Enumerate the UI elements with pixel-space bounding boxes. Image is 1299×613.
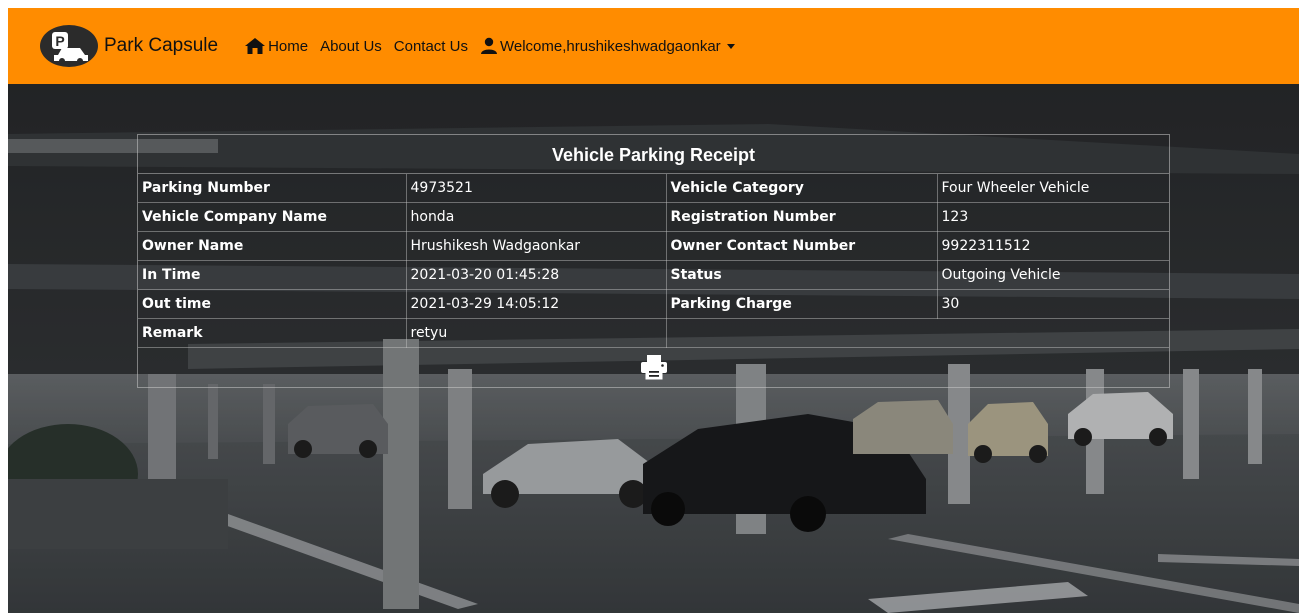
brand-name[interactable]: Park Capsule [104,35,218,57]
table-row: Remark retyu [138,318,1169,348]
print-icon[interactable] [640,354,668,380]
label-owner-contact: Owner Contact Number [666,231,938,261]
nav-about[interactable]: About Us [320,38,382,55]
parking-receipt: Vehicle Parking Receipt Parking Number 4… [137,134,1170,388]
user-dropdown[interactable]: Welcome,hrushikeshwadgaonkar [480,37,735,55]
value-owner-name: Hrushikesh Wadgaonkar [406,231,667,261]
value-parking-charge: 30 [937,289,1169,319]
logo-letter: P [55,33,64,49]
user-welcome-label: Welcome,hrushikeshwadgaonkar [499,37,721,55]
label-parking-number: Parking Number [138,174,407,203]
brand[interactable]: P Park Capsule [40,25,218,67]
value-vehicle-company: honda [406,202,667,232]
receipt-title: Vehicle Parking Receipt [138,135,1169,174]
value-in-time: 2021-03-20 01:45:28 [406,260,667,290]
nav-links: Home About Us Contact Us Welcome,hrushik… [244,37,747,55]
value-registration-number: 123 [937,202,1169,232]
table-row: Parking Number 4973521 Vehicle Category … [138,174,1169,203]
home-icon [244,37,266,55]
empty-cell [937,318,1169,348]
user-icon [480,37,498,55]
print-row [138,348,1169,386]
label-vehicle-category: Vehicle Category [666,174,938,203]
value-out-time: 2021-03-29 14:05:12 [406,289,667,319]
nav-contact-label: Contact Us [393,37,468,55]
parking-logo-icon: P [40,25,98,67]
nav-about-label: About Us [320,37,382,55]
nav-contact[interactable]: Contact Us [394,38,468,55]
nav-home-label: Home [268,37,309,55]
label-parking-charge: Parking Charge [666,289,938,319]
table-row: Owner Name Hrushikesh Wadgaonkar Owner C… [138,231,1169,261]
label-remark: Remark [138,318,407,348]
empty-cell [666,318,937,348]
table-row: Vehicle Company Name honda Registration … [138,202,1169,232]
value-remark: retyu [406,318,667,348]
value-owner-contact: 9922311512 [937,231,1169,261]
label-vehicle-company: Vehicle Company Name [138,202,407,232]
label-in-time: In Time [138,260,407,290]
value-parking-number: 4973521 [406,174,667,203]
navbar: P Park Capsule Home About Us Contact Us … [8,8,1299,84]
receipt-table: Parking Number 4973521 Vehicle Category … [138,174,1169,348]
label-status: Status [666,260,938,290]
label-out-time: Out time [138,289,407,319]
label-owner-name: Owner Name [138,231,407,261]
table-row: Out time 2021-03-29 14:05:12 Parking Cha… [138,289,1169,319]
value-vehicle-category: Four Wheeler Vehicle [937,174,1169,203]
label-registration-number: Registration Number [666,202,938,232]
nav-home[interactable]: Home [244,37,308,55]
chevron-down-icon [726,43,735,49]
page-frame: P Park Capsule Home About Us Contact Us … [8,8,1299,613]
value-status: Outgoing Vehicle [937,260,1169,290]
table-row: In Time 2021-03-20 01:45:28 Status Outgo… [138,260,1169,290]
